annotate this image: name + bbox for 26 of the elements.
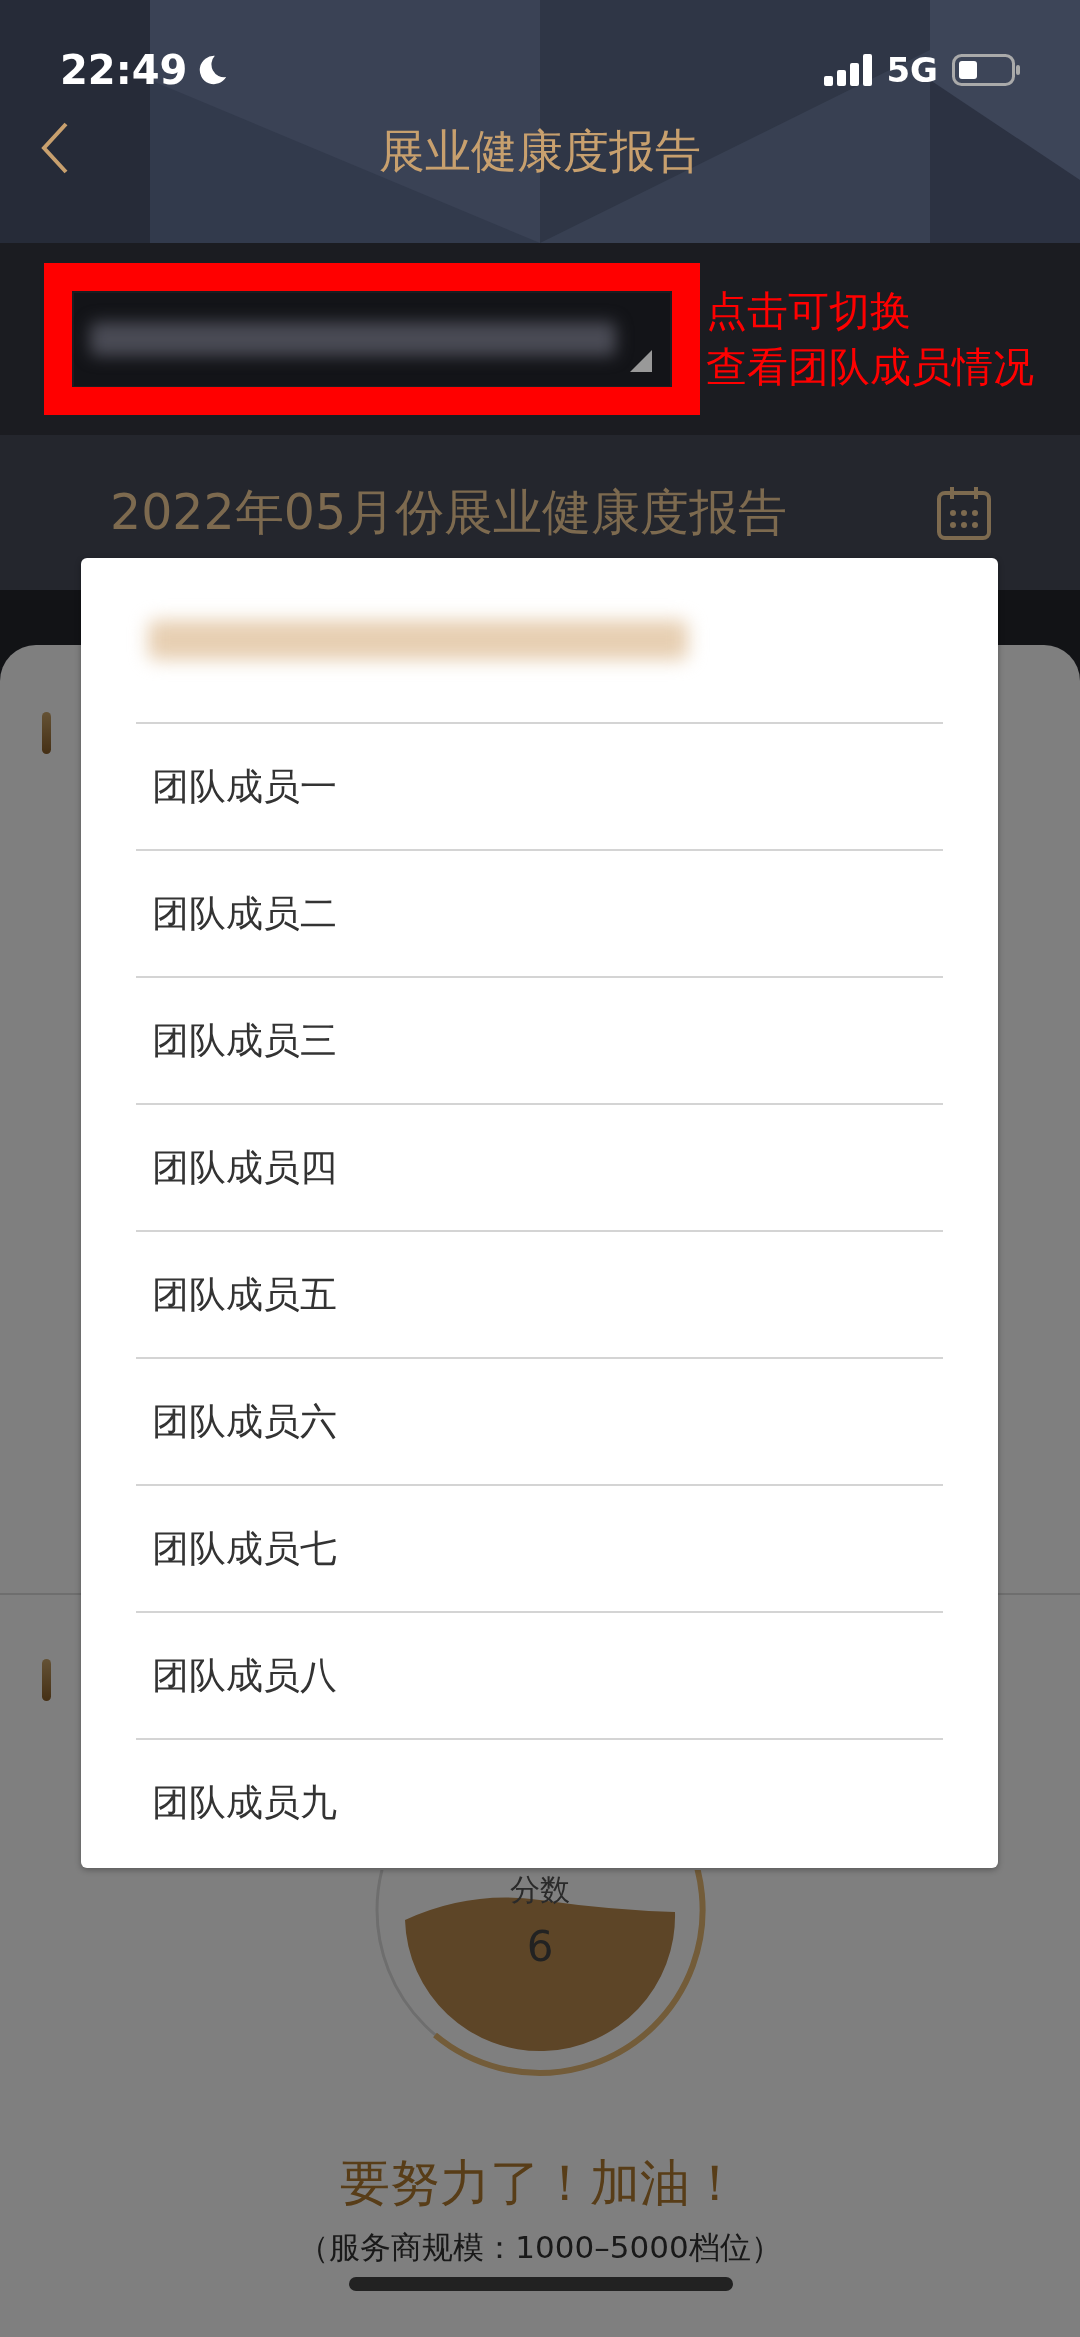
score-value: 6 xyxy=(525,1922,555,1971)
member-option[interactable]: 团队成员一 xyxy=(136,722,943,849)
signal-icon xyxy=(824,54,875,86)
dropdown-triangle-icon xyxy=(630,349,652,372)
member-option[interactable]: 团队成员二 xyxy=(136,849,943,976)
page-title: 展业健康度报告 xyxy=(379,122,701,180)
scale-note: （服务商规模：1000–5000档位） xyxy=(297,2228,783,2267)
member-option[interactable]: 团队成员七 xyxy=(136,1484,943,1611)
member-option[interactable]: 团队成员四 xyxy=(136,1103,943,1230)
section-marker xyxy=(42,712,51,754)
score-label: 分数 xyxy=(509,1871,571,1909)
member-option[interactable]: 团队成员九 xyxy=(136,1738,943,1865)
annotation-text: 查看团队成员情况 xyxy=(706,342,1034,393)
member-option[interactable]: 团队成员五 xyxy=(136,1230,943,1357)
score-message: 要努力了！加油！ xyxy=(339,2153,741,2214)
battery-icon xyxy=(952,54,1020,86)
section-marker xyxy=(42,1659,51,1701)
company-selector[interactable] xyxy=(74,292,670,386)
member-option[interactable]: 团队成员八 xyxy=(136,1611,943,1738)
annotation-text: 点击可切换 xyxy=(706,286,912,337)
calendar-icon[interactable] xyxy=(936,484,992,541)
member-option[interactable]: 团队成员六 xyxy=(136,1357,943,1484)
report-title: 2022年05月份展业健康度报告 xyxy=(110,482,789,543)
status-time: 22:49 xyxy=(60,47,188,93)
member-option[interactable]: 团队成员三 xyxy=(136,976,943,1103)
network-label: 5G xyxy=(886,50,938,90)
